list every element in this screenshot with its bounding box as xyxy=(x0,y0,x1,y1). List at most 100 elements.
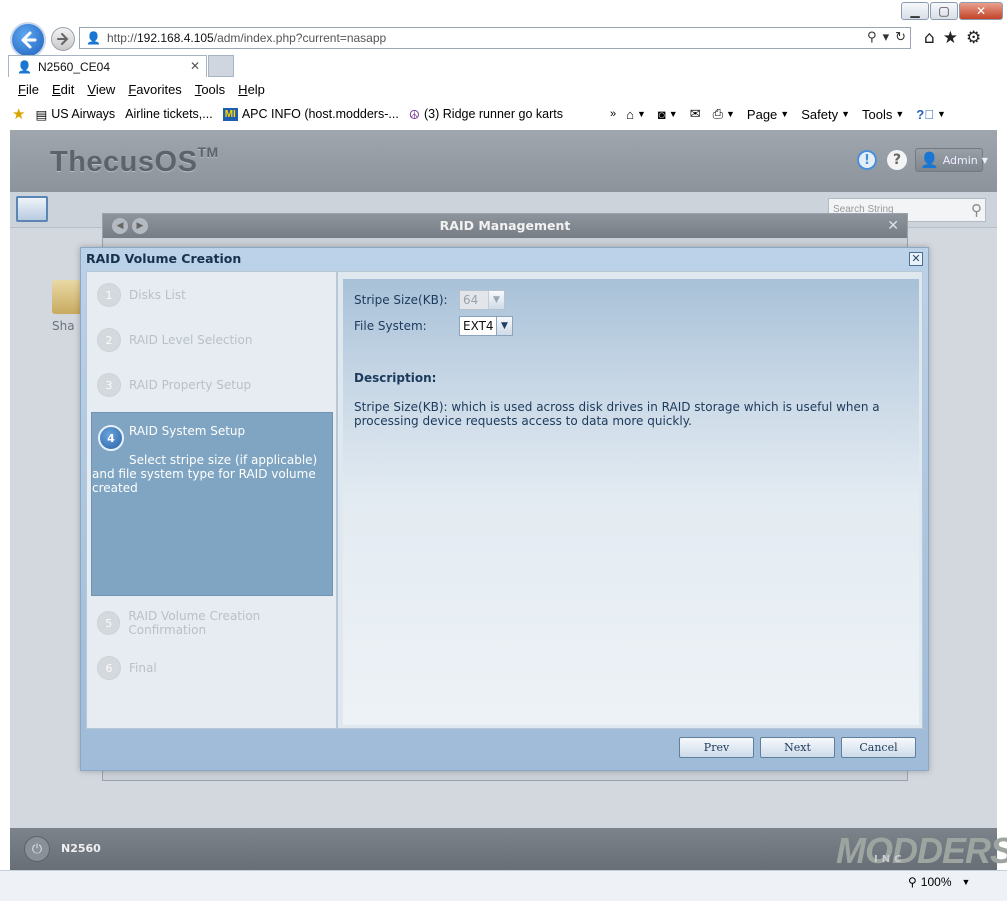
menu-tools[interactable]: Tools xyxy=(195,82,225,97)
browser-chrome: ▁ ▢ ✕ 👤 http://192.168.4.105/adm/index.p… xyxy=(0,0,1007,130)
description-text: Stripe Size(KB): which is used across di… xyxy=(354,400,880,428)
home-icon: ⌂ xyxy=(626,106,634,122)
tools-menu[interactable]: Tools ▼ xyxy=(862,107,904,122)
add-favorite-icon[interactable]: ★ xyxy=(12,105,25,123)
chevron-down-icon: ▼ xyxy=(488,291,504,309)
mail-cmd-button[interactable]: ✉ xyxy=(690,106,701,122)
search-icon[interactable]: ⚲ xyxy=(867,30,877,45)
rss-icon: ◙ xyxy=(657,106,666,122)
home-cmd-button[interactable]: ⌂ ▼ xyxy=(626,107,646,122)
printer-icon: ⎙ xyxy=(712,106,723,121)
favorite-us-airways[interactable]: ▤ US Airways xyxy=(35,107,115,122)
folder-icon xyxy=(52,280,82,314)
next-button[interactable]: Next xyxy=(760,737,835,758)
user-menu-button[interactable]: 👤 Admin ▼ xyxy=(915,148,988,172)
step-raid-volume-confirmation: 5 RAID Volume Creation Confirmation xyxy=(87,603,336,643)
app-footer: ⏻ N2560 MODDERS INC xyxy=(10,828,1007,871)
print-cmd-button[interactable]: ⎙ ▼ xyxy=(713,106,735,122)
file-system-row: File System: EXT4 ▼ xyxy=(354,316,513,336)
thecus-logo: ThecusOSTM xyxy=(50,144,219,178)
peace-icon: ☮ xyxy=(408,107,421,122)
step-final: 6 Final xyxy=(87,648,336,688)
content-panel: Stripe Size(KB): 64 ▼ File System: EXT4 … xyxy=(337,271,923,729)
home-icon[interactable]: ⌂ xyxy=(924,28,935,48)
tab-favicon-icon: 👤 xyxy=(17,59,32,74)
window-back-icon[interactable]: ◀ xyxy=(112,218,128,234)
raid-management-title: RAID Management xyxy=(439,218,571,233)
gear-icon[interactable]: ⚙ xyxy=(966,28,981,48)
apc-favicon-icon: MI xyxy=(222,107,238,121)
back-arrow-icon xyxy=(21,31,37,49)
address-bar[interactable]: 👤 http://192.168.4.105/adm/index.php?cur… xyxy=(79,27,911,49)
zoom-control[interactable]: ⚲ 100% ▼ xyxy=(908,875,970,889)
modders-watermark: MODDERS xyxy=(836,830,1007,871)
help-icon[interactable]: ? xyxy=(887,150,907,170)
menu-file[interactable]: File xyxy=(18,82,39,97)
forward-button[interactable] xyxy=(51,27,75,51)
step-raid-level-selection: 2 RAID Level Selection xyxy=(87,320,336,360)
raid-volume-creation-dialog: RAID Volume Creation ✕ 1 Disks List 2 RA… xyxy=(80,247,929,771)
safety-menu[interactable]: Safety ▼ xyxy=(801,107,850,122)
modders-watermark-sub: INC xyxy=(874,854,906,865)
maximize-button[interactable]: ▢ xyxy=(930,2,958,20)
close-icon[interactable]: ✕ xyxy=(887,214,899,238)
tab-close-icon[interactable]: ✕ xyxy=(190,59,200,73)
dialog-title: RAID Volume Creation xyxy=(86,251,242,266)
browser-status-bar: ⚲ 100% ▼ xyxy=(0,870,1007,901)
tab-title: N2560_CE04 xyxy=(37,59,111,74)
desktop-icon[interactable] xyxy=(16,196,48,222)
browser-tab[interactable]: 👤 N2560_CE04 ✕ xyxy=(8,55,207,77)
chevron-down-icon: ▼ xyxy=(961,877,971,887)
address-text: http://192.168.4.105/adm/index.php?curre… xyxy=(106,31,387,45)
favorite-airline-tickets[interactable]: Airline tickets,... xyxy=(125,107,213,121)
dialog-close-button[interactable]: ✕ xyxy=(909,252,923,266)
stripe-size-label: Stripe Size(KB): xyxy=(354,293,448,307)
footer-hostname: N2560 xyxy=(61,842,101,855)
favorites-star-icon[interactable]: ★ xyxy=(943,28,958,48)
close-window-button[interactable]: ✕ xyxy=(959,2,1003,20)
file-system-select[interactable]: EXT4 ▼ xyxy=(459,316,513,336)
help-cmd-button[interactable]: ?⃝ ▼ xyxy=(916,107,946,122)
navigation-row: 👤 http://192.168.4.105/adm/index.php?cur… xyxy=(0,20,1007,58)
mail-icon: ✉ xyxy=(689,106,701,121)
cancel-button[interactable]: Cancel xyxy=(841,737,916,758)
stripe-size-select[interactable]: 64 ▼ xyxy=(459,290,505,310)
minimize-button[interactable]: ▁ xyxy=(901,2,929,20)
menu-bar: File Edit View Favorites Tools Help xyxy=(0,78,1007,100)
step-raid-system-setup: 4 RAID System Setup Select stripe size (… xyxy=(91,412,333,596)
app-header: ThecusOSTM ! ? 👤 Admin ▼ xyxy=(10,130,997,192)
favorite-apc-info[interactable]: MI APC INFO (host.modders-... xyxy=(222,107,399,121)
step-description: Select stripe size (if applicable) and f… xyxy=(92,453,318,495)
refresh-icon[interactable]: ↻ xyxy=(895,30,906,45)
step-raid-property-setup: 3 RAID Property Setup xyxy=(87,365,336,405)
stripe-size-row: Stripe Size(KB): 64 ▼ xyxy=(354,290,505,310)
favorite-page-icon: ▤ xyxy=(35,107,48,122)
chevron-down-icon: ▼ xyxy=(981,155,988,165)
chevron-more-icon[interactable]: » xyxy=(610,108,616,120)
site-favicon-icon: 👤 xyxy=(86,31,101,45)
feeds-cmd-button[interactable]: ◙ ▼ xyxy=(658,107,678,122)
forward-arrow-icon xyxy=(57,33,69,45)
prev-button[interactable]: Prev xyxy=(679,737,754,758)
thecus-app: ThecusOSTM ! ? 👤 Admin ▼ Search String ⚲… xyxy=(10,130,1007,871)
zoom-icon: ⚲ xyxy=(908,875,917,889)
power-icon[interactable]: ⏻ xyxy=(24,836,50,862)
favorite-ridge-runner[interactable]: ☮ (3) Ridge runner go karts xyxy=(409,107,563,122)
search-icon[interactable]: ⚲ xyxy=(971,201,982,219)
page-menu[interactable]: Page ▼ xyxy=(747,107,789,122)
user-icon: 👤 xyxy=(920,151,939,169)
new-tab-button[interactable] xyxy=(208,55,234,77)
menu-edit[interactable]: Edit xyxy=(52,82,74,97)
step-disks-list: 1 Disks List xyxy=(87,275,336,315)
window-controls: ▁ ▢ ✕ xyxy=(900,2,1003,20)
info-icon[interactable]: ! xyxy=(857,150,877,170)
window-forward-icon[interactable]: ▶ xyxy=(132,218,148,234)
command-bar: » ⌂ ▼ ◙ ▼ ✉ ⎙ ▼ Page ▼ Safety ▼ Tools ▼ ?⃝ ▼ xyxy=(610,103,958,125)
raid-management-titlebar: ◀ ▶ RAID Management ✕ xyxy=(103,214,907,238)
description-title: Description: xyxy=(354,371,437,385)
dropdown-icon[interactable]: ▾ xyxy=(883,30,890,45)
menu-favorites[interactable]: Favorites xyxy=(128,82,181,97)
menu-view[interactable]: View xyxy=(87,82,115,97)
steps-panel: 1 Disks List 2 RAID Level Selection 3 RA… xyxy=(86,271,337,729)
menu-help[interactable]: Help xyxy=(238,82,265,97)
